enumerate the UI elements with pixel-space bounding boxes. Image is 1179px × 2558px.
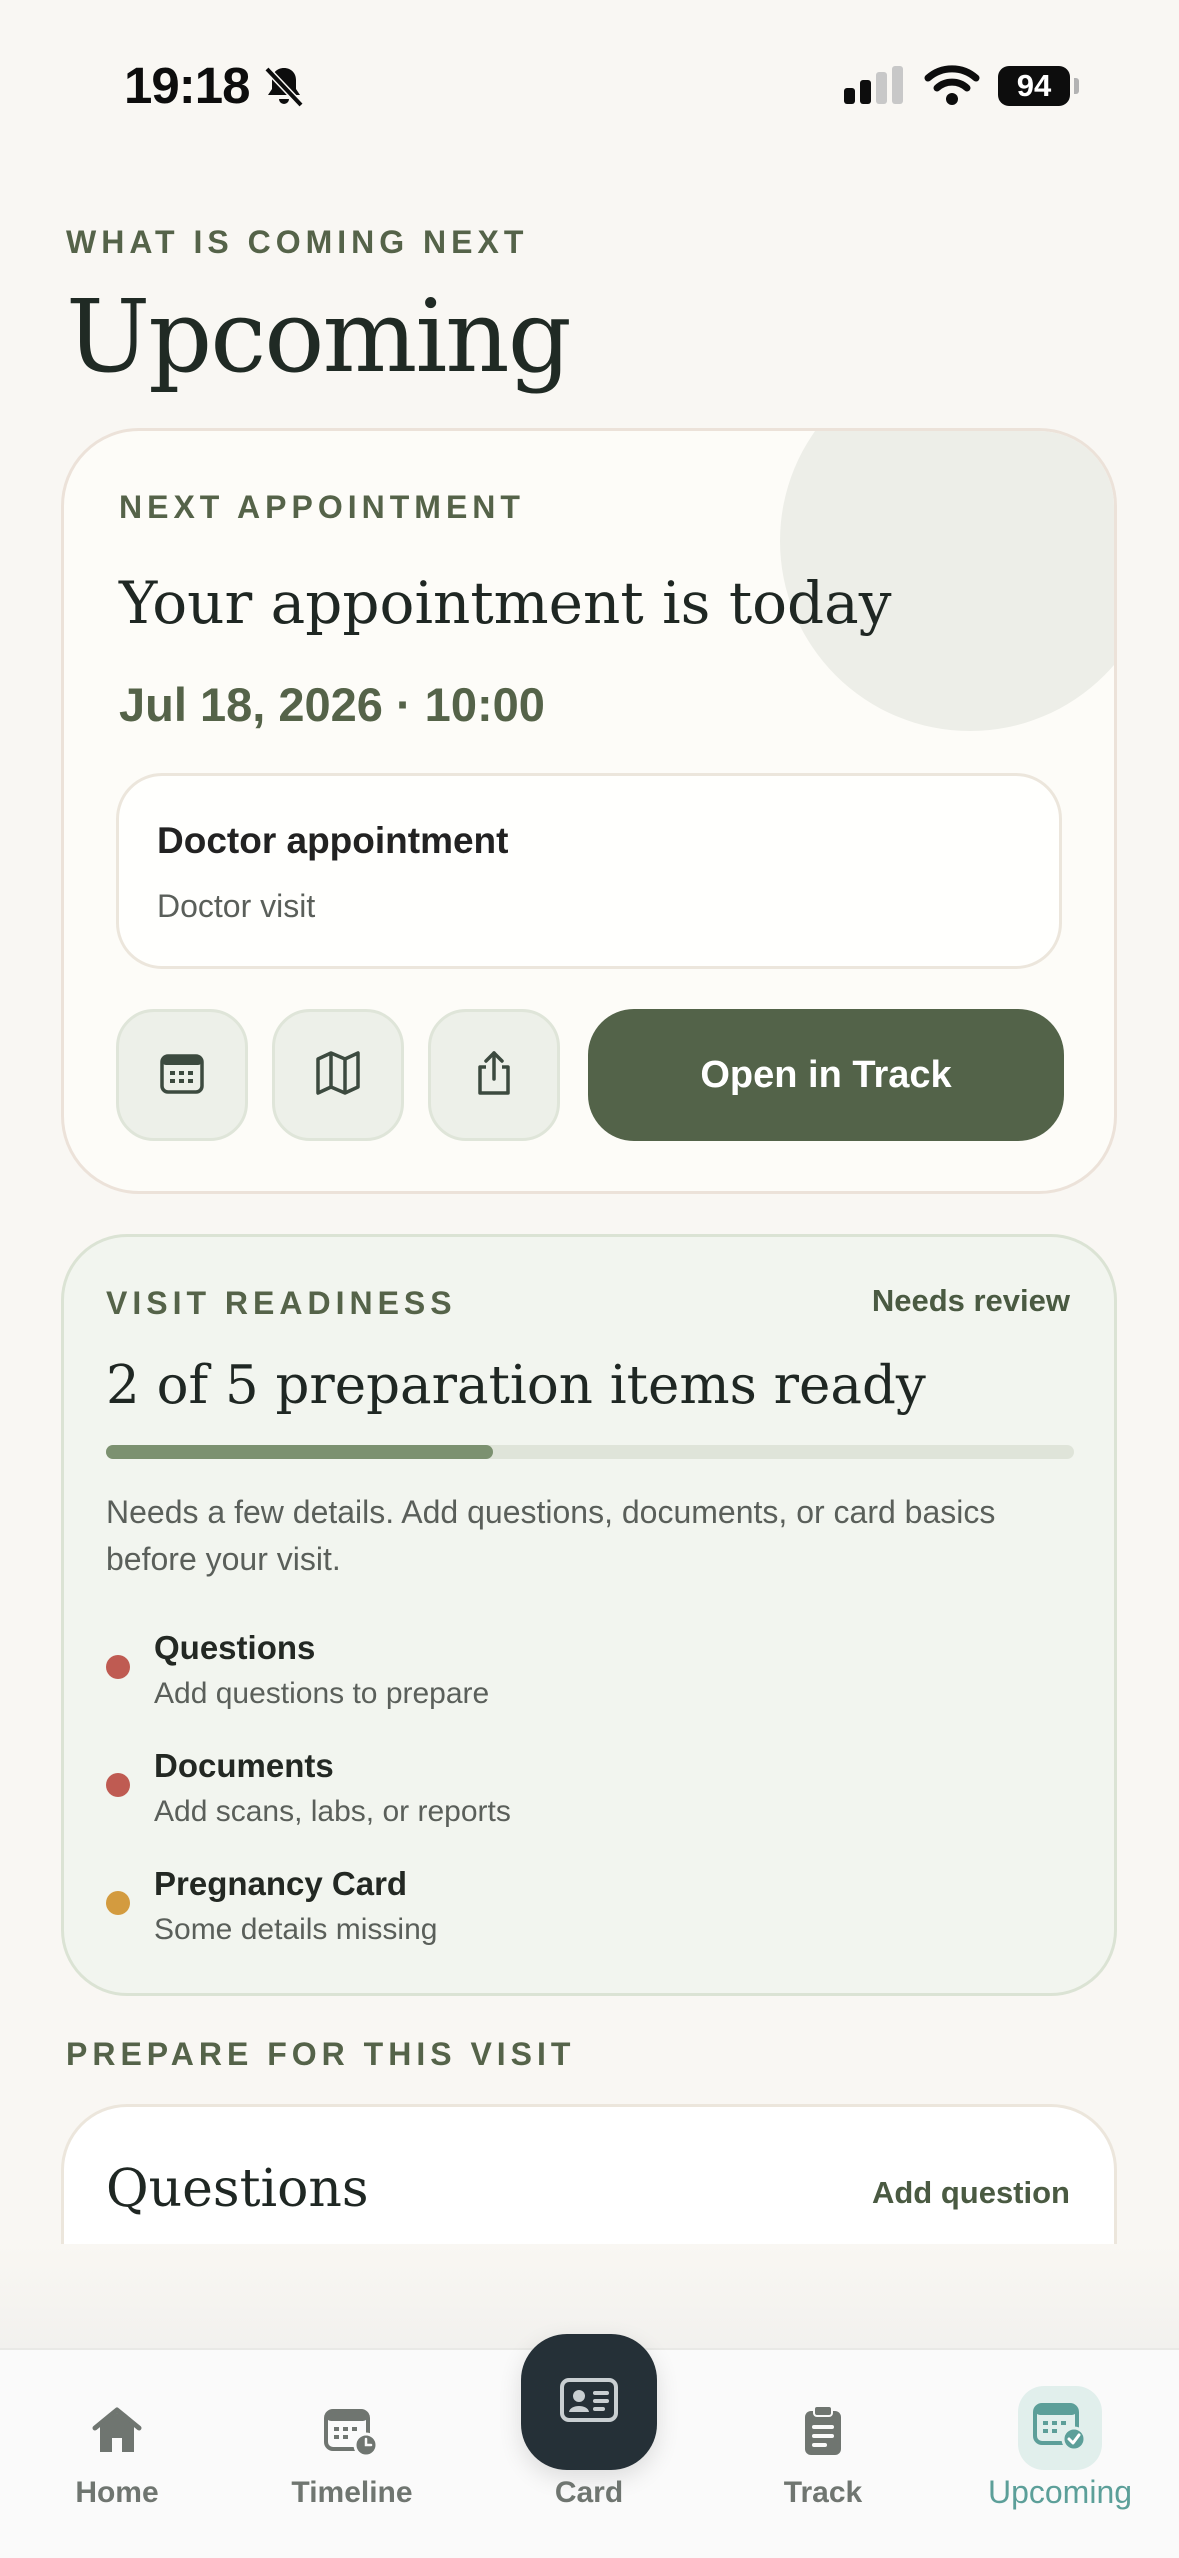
tab-card[interactable] <box>521 2334 657 2470</box>
tab-label: Timeline <box>291 2476 413 2509</box>
questions-card-title: Questions <box>106 2159 369 2219</box>
questions-card: Questions Add question <box>61 2104 1117 2244</box>
appointment-detail-subtitle: Doctor visit <box>157 888 316 924</box>
scroll-fade <box>0 2244 1179 2348</box>
wifi-icon <box>924 64 980 111</box>
tab-upcoming[interactable]: Upcoming <box>960 2386 1160 2511</box>
readiness-item-subtitle: Add questions to prepare <box>154 1677 490 1710</box>
readiness-progress-bar <box>106 1445 1074 1459</box>
visit-readiness-card: VISIT READINESS Needs review 2 of 5 prep… <box>61 1234 1117 1996</box>
readiness-item-subtitle: Some details missing <box>154 1913 438 1946</box>
tab-timeline[interactable]: Timeline <box>252 2396 452 2510</box>
add-to-calendar-button[interactable] <box>116 1009 248 1141</box>
readiness-item-questions[interactable]: Questions Add questions to prepare <box>106 1629 1006 1719</box>
appointment-detail-card[interactable]: Doctor appointment Doctor visit <box>116 773 1062 969</box>
map-icon <box>314 1050 362 1101</box>
page-eyebrow: WHAT IS COMING NEXT <box>66 224 529 260</box>
add-question-button[interactable]: Add question <box>872 2175 1070 2211</box>
page-title: Upcoming <box>66 278 572 395</box>
battery-indicator: 94 <box>998 66 1070 106</box>
status-dot <box>106 1891 130 1915</box>
bell-muted-icon <box>262 64 306 115</box>
status-dot <box>106 1655 130 1679</box>
tab-home[interactable]: Home <box>17 2396 217 2510</box>
readiness-item-title: Questions <box>154 1629 316 1666</box>
readiness-description: Needs a few details. Add questions, docu… <box>106 1494 996 1577</box>
id-card-icon <box>560 2377 618 2427</box>
calendar-check-icon <box>1033 2401 1087 2456</box>
readiness-progress-fill <box>106 1445 494 1459</box>
timeline-icon <box>252 2396 452 2466</box>
readiness-summary: 2 of 5 preparation items ready <box>106 1355 926 1416</box>
tab-track[interactable]: Track <box>723 2396 923 2510</box>
battery-tip <box>1074 78 1079 94</box>
readiness-item-subtitle: Add scans, labs, or reports <box>154 1795 511 1828</box>
tab-card-label[interactable]: Card <box>489 2476 689 2510</box>
prepare-section-label: PREPARE FOR THIS VISIT <box>66 2036 576 2072</box>
readiness-status-badge: Needs review <box>871 1283 1070 1318</box>
calendar-icon <box>159 1051 205 1100</box>
readiness-item-documents[interactable]: Documents Add scans, labs, or reports <box>106 1747 1006 1837</box>
appointment-title: Your appointment is today <box>119 569 892 637</box>
visit-readiness-label: VISIT READINESS <box>106 1285 457 1321</box>
status-time: 19:18 <box>124 57 250 114</box>
tab-label: Track <box>783 2476 863 2509</box>
readiness-item-title: Documents <box>154 1747 334 1784</box>
cellular-signal-icon <box>844 66 904 113</box>
appointment-datetime: Jul 18, 2026 · 10:00 <box>119 678 545 731</box>
tab-label: Home <box>75 2476 159 2509</box>
status-dot <box>106 1773 130 1797</box>
readiness-item-pregnancy-card[interactable]: Pregnancy Card Some details missing <box>106 1865 1006 1955</box>
next-appointment-card: NEXT APPOINTMENT Your appointment is tod… <box>61 428 1117 1194</box>
appointment-detail-title: Doctor appointment <box>157 820 509 861</box>
share-icon <box>473 1049 515 1102</box>
share-appointment-button[interactable] <box>428 1009 560 1141</box>
home-icon <box>17 2396 217 2466</box>
tab-active-pill <box>1018 2386 1102 2470</box>
next-appointment-label: NEXT APPOINTMENT <box>119 489 525 525</box>
tab-label: Upcoming <box>987 2474 1133 2510</box>
tab-active-pill-wrap <box>960 2386 1160 2470</box>
clipboard-icon <box>723 2396 923 2466</box>
open-map-button[interactable] <box>272 1009 404 1141</box>
open-in-track-button[interactable]: Open in Track <box>588 1009 1064 1141</box>
readiness-item-title: Pregnancy Card <box>154 1865 408 1902</box>
